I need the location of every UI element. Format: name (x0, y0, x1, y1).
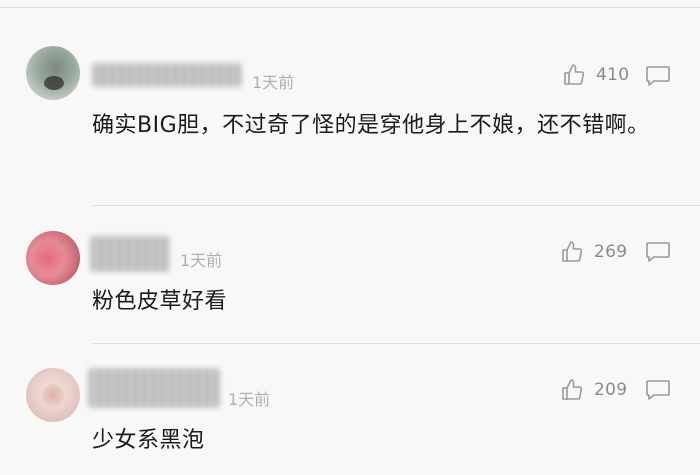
like-button[interactable]: 269 (560, 240, 627, 264)
like-count: 209 (594, 380, 628, 400)
username-redacted[interactable] (92, 63, 242, 87)
like-button[interactable]: 410 (562, 63, 629, 87)
comment-time: 1天前 (252, 73, 295, 92)
avatar-icon[interactable] (26, 231, 80, 285)
comment-divider (92, 205, 700, 206)
username-redacted[interactable] (88, 368, 220, 408)
comment-time: 1天前 (180, 251, 223, 270)
avatar-icon[interactable] (26, 46, 80, 100)
comment-icon[interactable] (645, 241, 671, 263)
comment-divider (92, 343, 700, 344)
comment-time: 1天前 (228, 390, 271, 409)
username-redacted[interactable] (90, 236, 170, 272)
like-count: 410 (596, 65, 630, 85)
top-divider (0, 7, 700, 8)
comment-icon[interactable] (645, 65, 671, 87)
comment-text: 粉色皮草好看 (92, 289, 228, 314)
comments-page: 1天前 410 确实BIG胆，不过奇了怪的是穿他身上不娘，还不错啊。 1天前 2… (0, 0, 700, 475)
comment-text: 确实BIG胆，不过奇了怪的是穿他身上不娘，还不错啊。 (92, 113, 650, 138)
thumbs-up-icon (562, 379, 583, 400)
like-button[interactable]: 209 (560, 378, 627, 402)
thumbs-up-icon (562, 241, 583, 262)
avatar-icon[interactable] (26, 368, 80, 422)
thumbs-up-icon (564, 64, 585, 85)
comment-text: 少女系黑泡 (92, 428, 205, 453)
comment-icon[interactable] (645, 379, 671, 401)
like-count: 269 (594, 242, 628, 262)
